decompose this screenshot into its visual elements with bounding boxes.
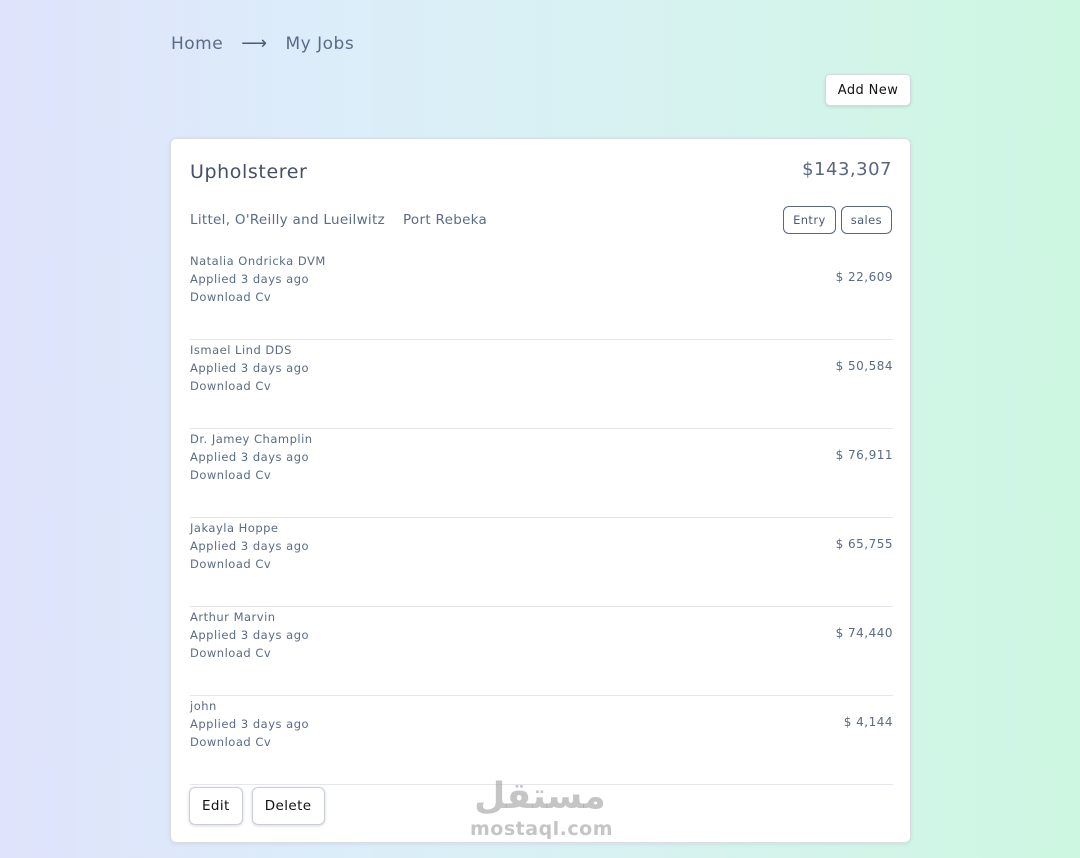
applied-time: Applied 3 days ago — [190, 539, 310, 553]
watermark-latin: mostaql.com — [470, 818, 614, 840]
download-cv-link[interactable]: Download Cv — [190, 555, 309, 573]
list-item: Jakayla Hoppe Applied 3 days ago Downloa… — [190, 518, 893, 607]
company-name: Littel, O'Reilly and Lueilwitz — [190, 212, 385, 228]
list-item: Dr. Jamey Champlin Applied 3 days ago Do… — [190, 429, 893, 518]
job-location: Port Rebeka — [402, 212, 488, 228]
applied-time: Applied 3 days ago — [190, 450, 310, 464]
list-item: john Applied 3 days ago Download Cv $ 4,… — [190, 696, 893, 785]
list-item: Arthur Marvin Applied 3 days ago Downloa… — [190, 607, 893, 696]
applied-time: Applied 3 days ago — [190, 628, 310, 642]
breadcrumb: Home ⟶ My Jobs — [171, 33, 354, 54]
applicant-name: Dr. Jamey Champlin — [190, 432, 313, 446]
job-actions: Edit Delete — [189, 787, 325, 825]
edit-button[interactable]: Edit — [189, 787, 243, 825]
breadcrumb-home-link[interactable]: Home — [171, 34, 223, 54]
applied-time: Applied 3 days ago — [190, 272, 310, 286]
download-cv-link[interactable]: Download Cv — [190, 733, 309, 751]
download-cv-link[interactable]: Download Cv — [190, 377, 309, 395]
watermark-arabic: مستقل — [474, 776, 606, 817]
applicant-amount: $ 65,755 — [835, 537, 893, 551]
job-card: Upholsterer $143,307 Littel, O'Reilly an… — [170, 138, 911, 843]
applicant-amount: $ 22,609 — [835, 270, 893, 284]
applicant-name: Arthur Marvin — [190, 610, 276, 624]
arrow-right-icon: ⟶ — [241, 33, 268, 54]
download-cv-link[interactable]: Download Cv — [190, 644, 309, 662]
job-title: Upholsterer — [190, 161, 308, 183]
job-tags: Entry sales — [783, 206, 892, 234]
list-item: Ismael Lind DDS Applied 3 days ago Downl… — [190, 340, 893, 429]
applicant-amount: $ 74,440 — [835, 626, 893, 640]
applied-time: Applied 3 days ago — [190, 361, 310, 375]
breadcrumb-current: My Jobs — [285, 33, 355, 54]
download-cv-link[interactable]: Download Cv — [190, 466, 313, 484]
tag-level[interactable]: Entry — [783, 206, 836, 234]
applicant-name: Ismael Lind DDS — [190, 343, 292, 357]
applicant-list: Natalia Ondricka DVM Applied 3 days ago … — [190, 251, 893, 785]
add-new-button[interactable]: Add New — [825, 74, 911, 106]
applicant-amount: $ 4,144 — [843, 715, 893, 729]
job-salary: $143,307 — [802, 159, 892, 180]
job-meta: Littel, O'Reilly and Lueilwitz Port Rebe… — [190, 212, 487, 228]
tag-category[interactable]: sales — [840, 206, 892, 234]
applicant-name: Jakayla Hoppe — [190, 521, 279, 535]
delete-button[interactable]: Delete — [251, 787, 325, 825]
list-item: Natalia Ondricka DVM Applied 3 days ago … — [190, 251, 893, 340]
download-cv-link[interactable]: Download Cv — [190, 288, 326, 306]
watermark-logo: مستقل mostaql.com — [470, 775, 614, 840]
applicant-name: Natalia Ondricka DVM — [190, 254, 326, 268]
applicant-name: john — [190, 699, 217, 713]
applied-time: Applied 3 days ago — [190, 717, 310, 731]
applicant-amount: $ 76,911 — [835, 448, 893, 462]
applicant-amount: $ 50,584 — [835, 359, 893, 373]
